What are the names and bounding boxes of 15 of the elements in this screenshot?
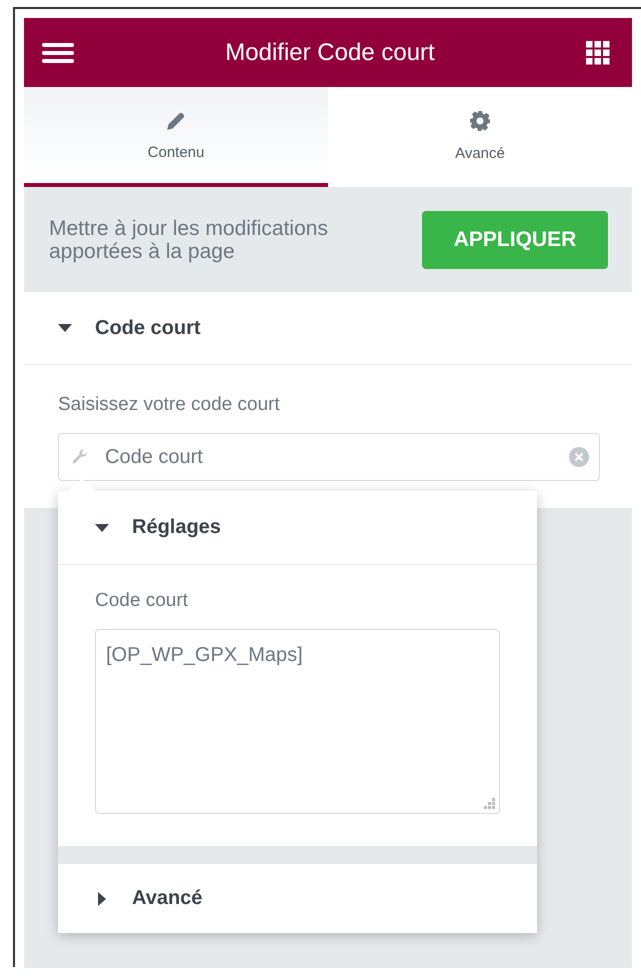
- grid-icon[interactable]: [586, 40, 610, 64]
- panel-title: Modifier Code court: [225, 38, 435, 66]
- gear-icon: [468, 108, 492, 132]
- section-header[interactable]: Code court: [24, 292, 632, 365]
- text-area[interactable]: [OP_WP_GPX_Maps]: [95, 629, 500, 814]
- field-label: Saisissez votre code court: [58, 394, 281, 416]
- field-label: Code court: [95, 590, 189, 612]
- section-header[interactable]: Avancé: [58, 864, 537, 933]
- search-field[interactable]: Code court: [58, 433, 600, 481]
- tab[interactable]: Contenu: [24, 87, 328, 187]
- menu-icon[interactable]: [42, 42, 74, 64]
- wrench-icon: [71, 448, 89, 466]
- update-message: Mettre à jour les modifications apportées à la page: [49, 216, 329, 262]
- resize-grip-icon: [484, 798, 495, 809]
- section-header[interactable]: Réglages: [58, 491, 537, 565]
